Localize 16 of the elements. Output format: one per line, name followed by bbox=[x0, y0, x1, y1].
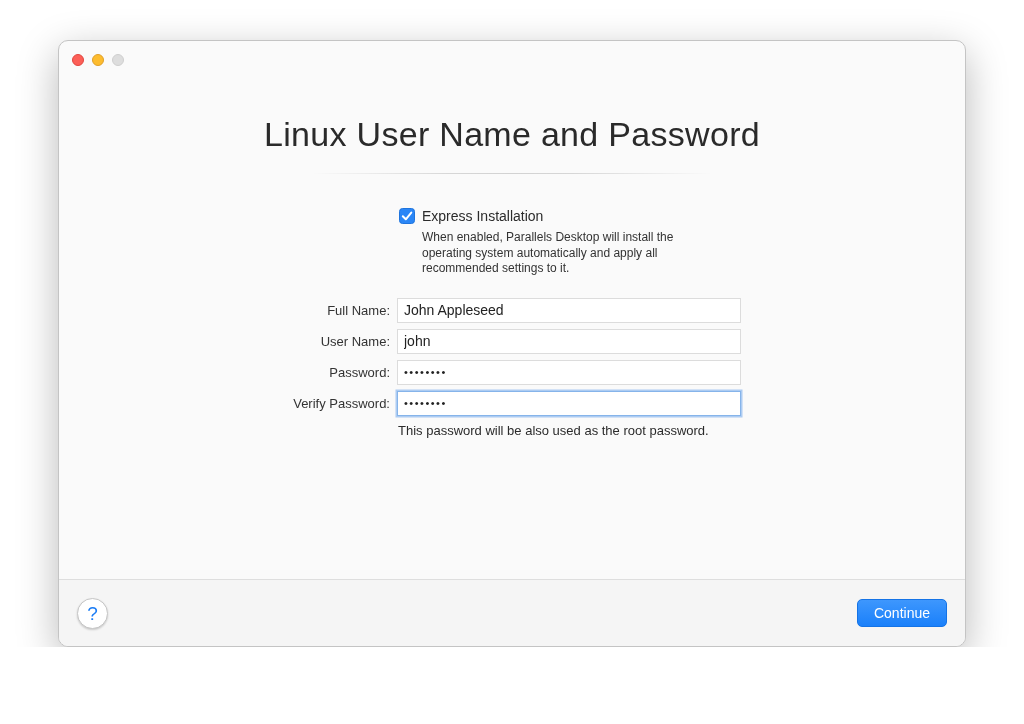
checkbox-label: Express Installation bbox=[422, 207, 544, 226]
password-field[interactable]: •••••••• bbox=[397, 390, 741, 416]
description-text: When enabled, Parallels Desktop will install the operating system automatically and apply all recommended settings to it. bbox=[422, 230, 675, 277]
field-label: Verify Password: bbox=[293, 394, 390, 413]
field-label: Password: bbox=[329, 363, 390, 382]
minimize-button[interactable] bbox=[92, 54, 104, 66]
text-field[interactable]: john bbox=[397, 328, 741, 354]
close-button[interactable] bbox=[72, 54, 84, 66]
field-label: User Name: bbox=[320, 332, 390, 351]
password-field[interactable]: •••••••• bbox=[397, 359, 741, 385]
help-button[interactable]: ? bbox=[77, 597, 108, 629]
text-field[interactable]: John Appleseed bbox=[397, 297, 741, 323]
page-title: Linux User Name and Password bbox=[264, 115, 760, 153]
hint-text: This password will be also used as the root password. bbox=[398, 422, 709, 439]
field-label: Full Name: bbox=[327, 301, 390, 320]
checkbox[interactable] bbox=[399, 208, 415, 224]
